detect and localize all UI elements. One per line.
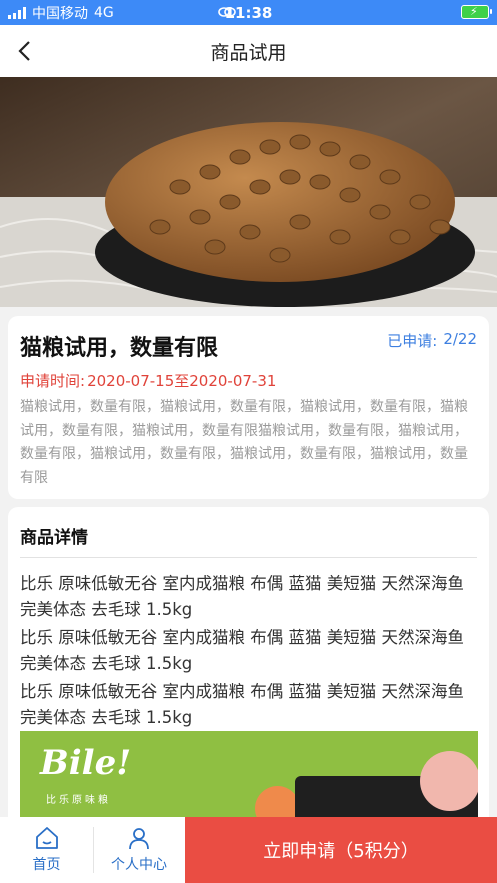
apply-button[interactable]: 立即申请（5积分） [185,817,497,883]
page-title: 商品试用 [210,41,287,64]
product-image [0,77,497,307]
back-icon[interactable] [14,39,38,63]
brand-logo: Bile! [40,743,132,783]
brand-subtitle: 比乐原味粮 [46,795,111,806]
applied-value: 2/22 [443,330,477,348]
battery-icon: ⚡ [461,5,492,19]
status-bar: 中国移动 4G 11:38 ⚡ [0,0,497,25]
product-detail-card: 商品详情 比乐 原味低敏无谷 室内成猫粮 布偶 蓝猫 美短猫 天然深海鱼完美体态… [8,507,489,827]
nav-bar: 商品试用 [0,25,497,77]
tab-user-label: 个人中心 [111,857,167,873]
trial-info-card: 猫粮试用，数量有限 已申请: 2/22 申请时间: 2020-07-15至202… [8,316,489,499]
period-value: 2020-07-15至2020-07-31 [87,372,277,390]
detail-line: 比乐 原味低敏无谷 室内成猫粮 布偶 蓝猫 美短猫 天然深海鱼完美体态 去毛球 … [20,682,464,727]
divider [20,557,477,558]
tab-home-label: 首页 [32,857,61,873]
applied-count: 已申请: 2/22 [387,330,477,351]
tab-user-center[interactable]: 个人中心 [93,817,185,883]
trial-title: 猫粮试用，数量有限 [20,336,219,361]
applied-label: 已申请: [387,332,438,350]
tab-home[interactable]: 首页 [0,817,93,883]
trial-description: 猫粮试用，数量有限，猫粮试用，数量有限，猫粮试用，数量有限，猫粮试用，数量有限，… [20,399,468,486]
detail-heading: 商品详情 [20,528,88,548]
clock: 11:38 [224,3,273,22]
apply-period: 申请时间: 2020-07-15至2020-07-31 [20,370,276,391]
detail-line: 比乐 原味低敏无谷 室内成猫粮 布偶 蓝猫 美短猫 天然深海鱼完美体态 去毛球 … [20,628,464,673]
paw-decoration [420,751,478,811]
home-icon [35,827,58,849]
detail-text: 比乐 原味低敏无谷 室内成猫粮 布偶 蓝猫 美短猫 天然深海鱼完美体态 去毛球 … [20,571,480,733]
detail-line: 比乐 原味低敏无谷 室内成猫粮 布偶 蓝猫 美短猫 天然深海鱼完美体态 去毛球 … [20,574,464,619]
user-icon [129,828,149,850]
product-banner: Bile! 比乐原味粮 [20,731,478,827]
period-label: 申请时间: [20,372,86,390]
